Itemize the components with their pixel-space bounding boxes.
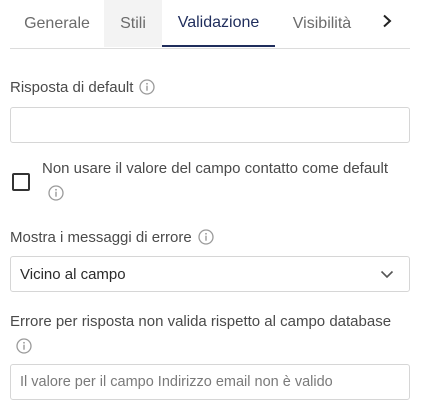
default-response-label: Risposta di default bbox=[10, 76, 156, 100]
info-icon[interactable] bbox=[139, 79, 156, 95]
more-tabs-button[interactable] bbox=[369, 0, 405, 47]
error-messages-label: Mostra i messaggi di errore bbox=[10, 226, 214, 250]
default-response-input[interactable] bbox=[10, 107, 410, 143]
tab-visibilita[interactable]: Visibilità bbox=[275, 0, 369, 47]
chevron-right-icon bbox=[382, 14, 392, 33]
tab-generale[interactable]: Generale bbox=[10, 0, 104, 47]
error-messages-selected-value: Vicino al campo bbox=[20, 265, 126, 283]
invalid-error-input[interactable] bbox=[10, 364, 410, 400]
contact-value-checkbox-label: Non usare il valore del campo contatto c… bbox=[42, 156, 402, 206]
info-icon[interactable] bbox=[16, 338, 32, 354]
contact-value-checkbox[interactable] bbox=[12, 173, 30, 191]
tab-bar: Generale Stili Validazione Visibilità bbox=[10, 0, 410, 49]
tab-validazione[interactable]: Validazione bbox=[162, 0, 275, 47]
info-icon[interactable] bbox=[198, 229, 214, 245]
invalid-error-label: Errore per risposta non valida rispetto … bbox=[10, 309, 410, 359]
error-messages-select[interactable]: Vicino al campo bbox=[10, 256, 410, 292]
chevron-down-icon bbox=[380, 270, 394, 279]
info-icon[interactable] bbox=[48, 185, 64, 201]
tab-stili[interactable]: Stili bbox=[104, 0, 162, 47]
